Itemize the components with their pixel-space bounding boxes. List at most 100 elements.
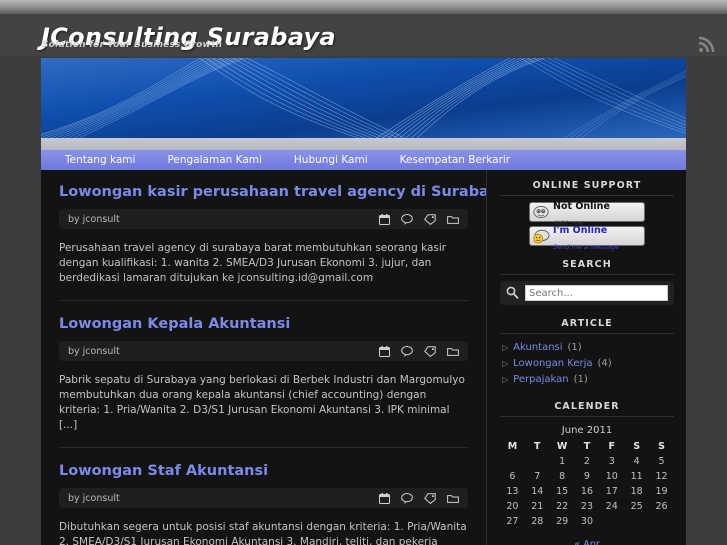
nav-item-kesempatan-berkarir[interactable]: Kesempatan Berkarir [386, 150, 525, 170]
calendar-day: 2 [583, 456, 590, 467]
calendar-day: 3 [608, 456, 615, 467]
calendar-day: 26 [655, 501, 668, 512]
calendar-icon[interactable] [379, 213, 390, 225]
category-count: (1) [567, 342, 582, 353]
calendar-day: 9 [583, 471, 590, 482]
status-badge-offline[interactable]: Not Online right now [529, 201, 645, 226]
calendar-day: 8 [559, 471, 566, 482]
post-title[interactable]: Lowongan kasir perusahaan travel agency … [59, 182, 486, 202]
tag-icon[interactable] [424, 345, 436, 357]
post-title[interactable]: Lowongan Staf Akuntansi [59, 461, 468, 481]
post-meta-icons [379, 492, 459, 504]
widget-calendar: CALENDER June 2011 M T W T F S S 1 2 3 4… [500, 401, 674, 545]
chevron-right-icon: ▷ [502, 375, 509, 384]
status-badge-title: Not Online [553, 201, 610, 212]
calendar-weekday: T [583, 441, 591, 452]
status-badge-title: I'm Online [553, 225, 608, 236]
category-count: (1) [573, 374, 588, 385]
post-meta-icons [379, 345, 459, 357]
calendar-day: 12 [655, 471, 668, 482]
calendar-week-row: 27 28 29 30 [500, 514, 674, 529]
search-box [500, 281, 674, 305]
calendar-day: 13 [506, 486, 519, 497]
category-name[interactable]: Lowongan Kerja [513, 357, 592, 371]
comment-icon[interactable] [401, 345, 413, 357]
calendar-day [649, 514, 674, 529]
tag-icon[interactable] [424, 213, 436, 225]
tag-icon[interactable] [424, 492, 436, 504]
calendar-day: 21 [531, 501, 544, 512]
search-input[interactable] [525, 285, 668, 301]
search-icon[interactable] [506, 284, 519, 303]
calendar-icon[interactable] [379, 345, 390, 357]
calendar-weekday: F [608, 441, 616, 452]
sidebar: ONLINE SUPPORT Not Online right now I'm … [488, 170, 686, 545]
calendar-day: 28 [531, 516, 544, 527]
post-meta-bar: by jconsult [59, 488, 468, 508]
post-author: by jconsult [68, 213, 120, 225]
widget-title: CALENDER [500, 401, 674, 417]
calendar-day: 22 [556, 501, 569, 512]
calendar-day: 30 [580, 516, 593, 527]
category-name[interactable]: Perpajakan [513, 373, 568, 387]
calendar-table: M T W T F S S 1 2 3 4 5 6 7 8 9 10 11 12… [500, 439, 674, 529]
nav-item-pengalaman-kami[interactable]: Pengalaman Kami [153, 150, 275, 170]
calendar-day: 18 [630, 486, 643, 497]
calendar-day: 4 [633, 456, 640, 467]
status-badge-text: I'm Online Send me a message [553, 220, 619, 252]
calendar-day: 10 [605, 471, 618, 482]
nav-top-divider [41, 138, 686, 150]
post-author: by jconsult [68, 492, 120, 504]
calendar-day: 19 [655, 486, 668, 497]
list-item[interactable]: ▷ Lowongan Kerja (4) [502, 356, 672, 372]
comment-icon[interactable] [401, 492, 413, 504]
widget-title: ONLINE SUPPORT [500, 180, 674, 196]
list-item[interactable]: ▷ Akuntansi (1) [502, 340, 672, 356]
nav-item-tentang-kami[interactable]: Tentang kami [51, 150, 149, 170]
calendar-nav: « Apr [500, 529, 674, 545]
calendar-prev-month-link[interactable]: « Apr [574, 539, 599, 545]
folder-icon[interactable] [447, 214, 459, 225]
body-area: Lowongan kasir perusahaan travel agency … [41, 170, 686, 545]
widget-title: ARTICLE [500, 318, 674, 334]
calendar-icon[interactable] [379, 492, 390, 504]
calendar-day: 5 [658, 456, 665, 467]
calendar-day: 29 [556, 516, 569, 527]
post-list: Lowongan kasir perusahaan travel agency … [41, 170, 487, 545]
category-name[interactable]: Akuntansi [513, 341, 562, 355]
list-item[interactable]: ▷ Perpajakan (1) [502, 372, 672, 388]
calendar-day: 23 [580, 501, 593, 512]
post-title[interactable]: Lowongan Kepala Akuntansi [59, 314, 468, 334]
calendar-day [525, 454, 550, 469]
post-meta-bar: by jconsult [59, 341, 468, 361]
messenger-offline-icon [533, 205, 550, 220]
post-item: Lowongan Kepala Akuntansi by jconsult Pa… [59, 314, 468, 448]
post-excerpt: Perusahaan travel agency di surabaya bar… [59, 241, 468, 301]
calendar-day: 27 [506, 516, 519, 527]
calendar-day: 14 [531, 486, 544, 497]
folder-icon[interactable] [447, 346, 459, 357]
calendar-day: 15 [556, 486, 569, 497]
calendar-week-row: 6 7 8 9 10 11 12 [500, 469, 674, 484]
category-list: ▷ Akuntansi (1) ▷ Lowongan Kerja (4) ▷ P… [500, 340, 674, 388]
folder-icon[interactable] [447, 493, 459, 504]
messenger-online-icon [533, 229, 550, 244]
calendar-day: 7 [534, 471, 541, 482]
top-gradient-strip [0, 0, 727, 14]
calendar-day: 6 [509, 471, 516, 482]
calendar-day [599, 514, 624, 529]
calendar-week-row: 13 14 15 16 17 18 19 [500, 484, 674, 499]
calendar-weekday: S [633, 441, 641, 452]
chevron-right-icon: ▷ [502, 359, 509, 368]
category-count: (4) [597, 358, 612, 369]
site-tagline: Solution for Your Business Growth [42, 40, 223, 50]
calendar-weekday: T [534, 441, 541, 452]
post-excerpt: Dibutuhkan segera untuk posisi staf akun… [59, 520, 468, 545]
rss-feed-icon[interactable] [697, 36, 715, 54]
status-badge-online[interactable]: I'm Online Send me a message [529, 226, 645, 250]
status-badge-subtitle: Send me a message [553, 243, 620, 251]
calendar-day [624, 514, 649, 529]
comment-icon[interactable] [401, 213, 413, 225]
widget-article: ARTICLE ▷ Akuntansi (1) ▷ Lowongan Kerja… [500, 318, 674, 388]
nav-item-hubungi-kami[interactable]: Hubungi Kami [280, 150, 382, 170]
